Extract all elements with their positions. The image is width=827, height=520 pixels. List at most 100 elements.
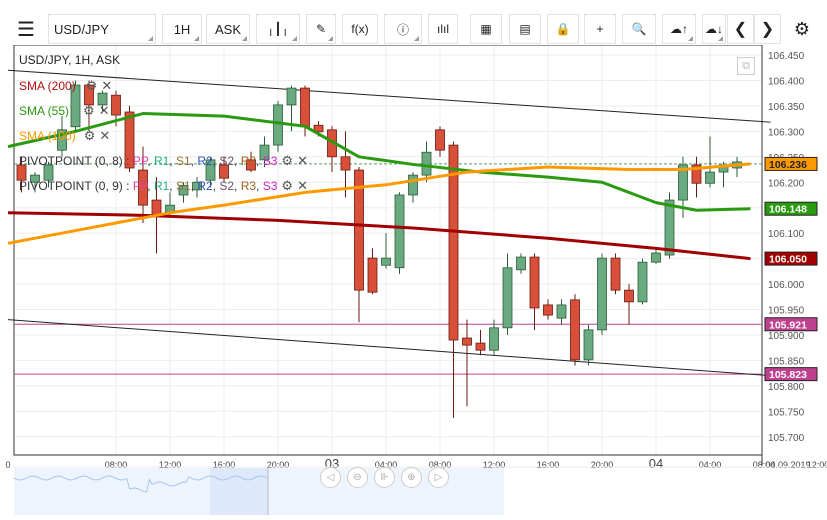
timeframe-select[interactable]: 1H (162, 14, 202, 44)
candle (421, 151, 432, 176)
candle (502, 267, 513, 329)
y-tick-label: 105.950 (768, 306, 805, 317)
zoom-out-button[interactable]: ⊖ (347, 467, 368, 488)
next-button[interactable]: ❯ (754, 14, 781, 44)
price-label-text: 105.921 (769, 319, 807, 331)
pivot-level: R3 (240, 154, 257, 168)
gear-icon[interactable]: ⚙ (281, 153, 293, 168)
hamburger-icon[interactable]: ☰ (8, 14, 44, 44)
chart-canvas[interactable]: 106.450106.400106.350106.300106.250106.2… (0, 44, 827, 515)
price-label: 105.823 (764, 367, 818, 382)
price-type-select[interactable]: ASK (206, 14, 250, 44)
pivot-level: S1 (175, 179, 191, 193)
download-button[interactable]: ☁↓ (702, 14, 726, 44)
gear-icon[interactable]: ⚙ (281, 178, 293, 193)
legend-label: SMA (200) (19, 79, 76, 93)
symbol-value: USD/JPY (54, 21, 109, 37)
candle (543, 304, 553, 316)
sma-200-line (7, 211, 751, 261)
scroll-left-button[interactable]: ◁ (320, 467, 341, 488)
separator: , (147, 154, 154, 168)
y-tick-label: 106.100 (768, 229, 805, 240)
gear-icon[interactable]: ⚙ (84, 128, 96, 143)
candle (394, 194, 405, 269)
zoom-in-button[interactable]: ⊕ (401, 467, 422, 488)
indicators-button[interactable]: f(x) (342, 14, 378, 44)
candle (610, 257, 621, 291)
close-icon[interactable]: ✕ (297, 178, 308, 193)
candle (462, 337, 472, 346)
scroll-right-button[interactable]: ▷ (428, 467, 449, 488)
candle (529, 256, 540, 309)
price-label: 106.050 (764, 251, 818, 266)
close-icon[interactable]: ✕ (99, 128, 110, 143)
plot-border (13, 44, 763, 456)
news-button[interactable]: ▤ (509, 14, 541, 44)
volume-button[interactable]: ılıl (428, 14, 458, 44)
candles-icon: ╷┃╷ (267, 22, 289, 36)
pivot-level: S3 (262, 179, 278, 193)
info-icon: ⓘ (396, 22, 409, 37)
gear-icon[interactable]: ⚙ (86, 78, 98, 93)
magnifier-icon: 🔍 (631, 22, 647, 36)
sma-100-line (7, 162, 751, 245)
y-tick-label: 105.750 (768, 407, 805, 418)
close-icon[interactable]: ✕ (297, 153, 308, 168)
y-tick-label: 106.200 (768, 178, 805, 189)
legend-label: SMA (100) (19, 129, 76, 143)
y-tick-label: 105.850 (768, 356, 805, 367)
separator: , (234, 179, 241, 193)
y-tick-label: 106.300 (768, 127, 805, 138)
chart-title: USD/JPY, 1H, ASK (19, 53, 121, 67)
separator: , (234, 154, 241, 168)
legend-label: SMA (55) (19, 104, 70, 118)
x-tick-label: 16:00 (537, 460, 560, 470)
gear-icon[interactable]: ⚙ (787, 14, 817, 44)
reset-button[interactable]: ⊪ (374, 467, 395, 488)
candle (583, 329, 594, 361)
close-icon[interactable]: ✕ (101, 78, 112, 93)
calendar-icon: ▦ (480, 22, 492, 36)
price-label-text: 105.823 (769, 369, 807, 381)
lock-button[interactable]: 🔒 (547, 14, 579, 44)
chart-type-button[interactable]: ╷┃╷ (256, 14, 300, 44)
candle (597, 257, 607, 331)
date-label: 04.09.2019 (765, 460, 810, 470)
legend-label: PIVOTPOINT (0, 8) : (19, 154, 133, 168)
candle (381, 257, 391, 266)
navigator-window (210, 468, 268, 515)
price-chart[interactable]: 106.450106.400106.350106.300106.250106.2… (0, 44, 827, 515)
gear-icon[interactable]: ⚙ (83, 103, 95, 118)
symbol-select[interactable]: USD/JPY (48, 14, 156, 44)
candle (624, 289, 634, 303)
pivot-level: S1 (175, 154, 191, 168)
candle (367, 257, 378, 293)
separator: , (256, 179, 263, 193)
info-button[interactable]: ⓘ (384, 14, 422, 44)
pivot-level: R1 (153, 154, 170, 168)
candle (151, 199, 162, 216)
zoom-button[interactable]: 🔍 (622, 14, 656, 44)
candle (556, 304, 567, 319)
price-label-text: 106.050 (769, 254, 807, 266)
expand-icon[interactable]: ⧉ (737, 57, 755, 75)
y-tick-label: 105.800 (768, 382, 805, 393)
upload-button[interactable]: ☁↑ (662, 14, 696, 44)
price-label-text: 106.148 (769, 204, 807, 216)
lock-icon: 🔒 (555, 22, 571, 36)
candle (489, 327, 499, 351)
candle (340, 156, 351, 171)
crosshair-button[interactable]: + (584, 14, 616, 44)
close-icon[interactable]: ✕ (99, 103, 110, 118)
separator: , (147, 179, 154, 193)
y-tick-label: 105.900 (768, 331, 805, 342)
prev-button[interactable]: ❮ (727, 14, 754, 44)
candle (651, 252, 661, 263)
y-tick-label: 105.700 (768, 433, 805, 444)
crosshair-icon: + (596, 22, 604, 36)
drawing-button[interactable]: ✎ (306, 14, 336, 44)
calendar-button[interactable]: ▦ (470, 14, 502, 44)
y-tick-label: 106.450 (768, 51, 805, 62)
legend-sma: SMA (55) ⚙ ✕ (19, 103, 110, 119)
candle (664, 199, 675, 256)
